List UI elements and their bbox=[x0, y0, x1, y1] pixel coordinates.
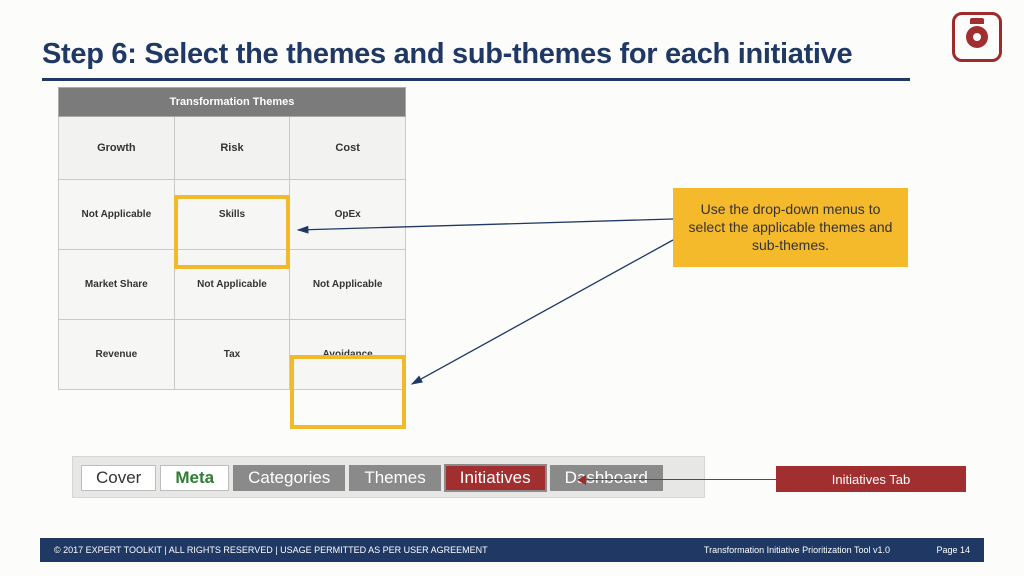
footer-bar: © 2017 EXPERT TOOLKIT | ALL RIGHTS RESER… bbox=[40, 538, 984, 562]
callout-box: Use the drop-down menus to select the ap… bbox=[673, 188, 908, 267]
page-title: Step 6: Select the themes and sub-themes… bbox=[42, 38, 852, 71]
footer-page: Page 14 bbox=[910, 545, 970, 555]
cell-r2c0[interactable]: Revenue bbox=[59, 320, 175, 390]
cell-r2c1[interactable]: Tax bbox=[174, 320, 290, 390]
col-growth: Growth bbox=[59, 117, 175, 180]
cell-r2c2[interactable]: Avoidance bbox=[290, 320, 406, 390]
title-underline bbox=[42, 78, 910, 81]
col-cost: Cost bbox=[290, 117, 406, 180]
cell-r0c1[interactable]: Skills bbox=[174, 180, 290, 250]
themes-table: Transformation Themes Growth Risk Cost N… bbox=[58, 87, 406, 390]
cell-r1c2[interactable]: Not Applicable bbox=[290, 250, 406, 320]
brand-logo bbox=[952, 12, 1002, 62]
sheet-tabs-container: Cover Meta Categories Themes Initiatives… bbox=[72, 456, 705, 498]
tab-themes[interactable]: Themes bbox=[349, 465, 440, 491]
tab-meta[interactable]: Meta bbox=[160, 465, 229, 491]
footer-tool-name: Transformation Initiative Prioritization… bbox=[488, 545, 910, 555]
cell-r1c1[interactable]: Not Applicable bbox=[174, 250, 290, 320]
initiatives-tab-label: Initiatives Tab bbox=[776, 466, 966, 492]
cell-r0c0[interactable]: Not Applicable bbox=[59, 180, 175, 250]
tab-pointer-line bbox=[578, 479, 776, 480]
toolkit-icon bbox=[966, 26, 988, 48]
col-risk: Risk bbox=[174, 117, 290, 180]
tab-dashboard[interactable]: Dashboard bbox=[550, 465, 663, 491]
tab-categories[interactable]: Categories bbox=[233, 465, 345, 491]
footer-copyright: © 2017 EXPERT TOOLKIT | ALL RIGHTS RESER… bbox=[54, 545, 488, 555]
cell-r0c2[interactable]: OpEx bbox=[290, 180, 406, 250]
tab-initiatives[interactable]: Initiatives bbox=[445, 465, 546, 491]
cell-r1c0[interactable]: Market Share bbox=[59, 250, 175, 320]
table-header: Transformation Themes bbox=[59, 88, 406, 117]
tab-cover[interactable]: Cover bbox=[81, 465, 156, 491]
